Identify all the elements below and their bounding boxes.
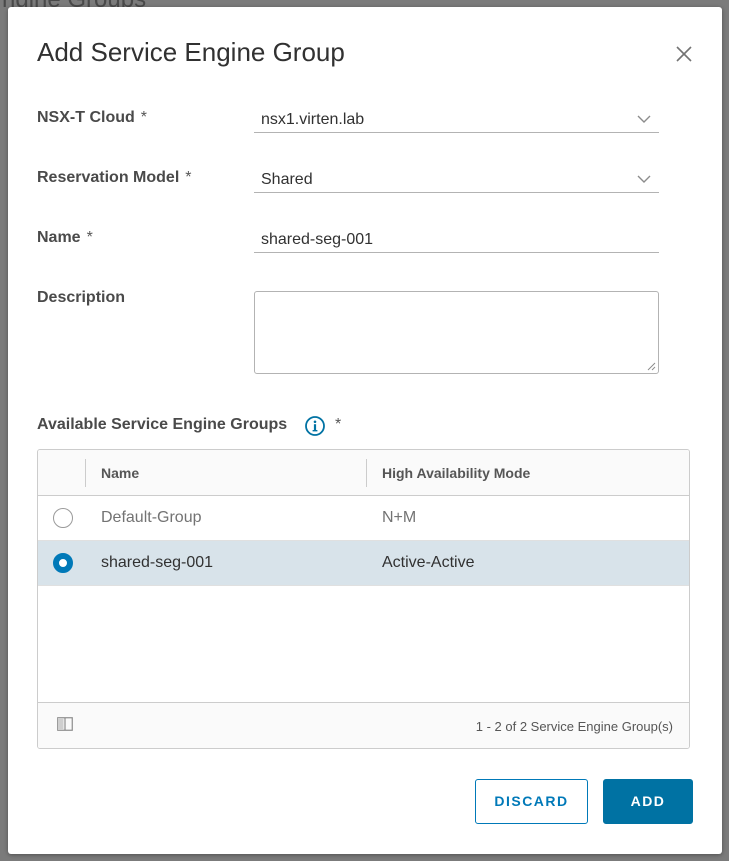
add-service-engine-group-dialog: Add Service Engine Group NSX-T Cloud * ns…	[8, 7, 722, 854]
nsx-t-cloud-value: nsx1.virten.lab	[261, 111, 365, 128]
seg-datagrid: Name High Availability Mode Default-Grou…	[37, 449, 690, 749]
reservation-model-value: Shared	[261, 171, 313, 188]
add-button[interactable]: ADD	[603, 779, 693, 824]
available-seg-required: *	[335, 416, 342, 433]
column-separator	[85, 459, 86, 487]
row-radio-shared-seg-001[interactable]	[53, 553, 73, 573]
chevron-down-icon	[637, 115, 651, 123]
row-ha-mode: Active-Active	[382, 554, 475, 571]
column-header-ha-mode[interactable]: High Availability Mode	[382, 465, 530, 481]
table-row[interactable]: Default-Group N+M	[38, 496, 689, 541]
chevron-down-icon	[637, 175, 651, 183]
available-seg-label: Available Service Engine Groups	[37, 416, 288, 433]
name-label: Name *	[37, 229, 93, 246]
row-ha-mode: N+M	[382, 509, 417, 526]
dialog-title: Add Service Engine Group	[37, 37, 345, 67]
grid-footer: 1 - 2 of 2 Service Engine Group(s)	[38, 702, 689, 748]
name-input[interactable]: shared-seg-001	[254, 225, 659, 253]
reservation-model-select[interactable]: Shared	[254, 165, 659, 193]
info-icon[interactable]	[304, 415, 326, 437]
column-separator	[366, 459, 367, 487]
pagination-count: 1 - 2 of 2 Service Engine Group(s)	[475, 719, 673, 734]
close-icon[interactable]	[673, 43, 695, 65]
nsx-t-cloud-label: NSX-T Cloud *	[37, 109, 147, 126]
resize-grip-icon[interactable]	[647, 362, 656, 371]
row-name: shared-seg-001	[101, 554, 214, 571]
reservation-model-label: Reservation Model *	[37, 169, 192, 186]
table-row[interactable]: shared-seg-001 Active-Active	[38, 541, 689, 586]
row-name: Default-Group	[101, 509, 202, 526]
column-toggle-icon[interactable]	[57, 717, 73, 731]
column-header-name[interactable]: Name	[101, 465, 139, 481]
grid-header: Name High Availability Mode	[38, 450, 689, 496]
nsx-t-cloud-select[interactable]: nsx1.virten.lab	[254, 105, 659, 133]
discard-button[interactable]: DISCARD	[475, 779, 588, 824]
description-textarea[interactable]	[254, 291, 659, 374]
row-radio-default-group[interactable]	[53, 508, 73, 528]
description-label: Description	[37, 289, 126, 306]
name-value: shared-seg-001	[261, 231, 374, 248]
